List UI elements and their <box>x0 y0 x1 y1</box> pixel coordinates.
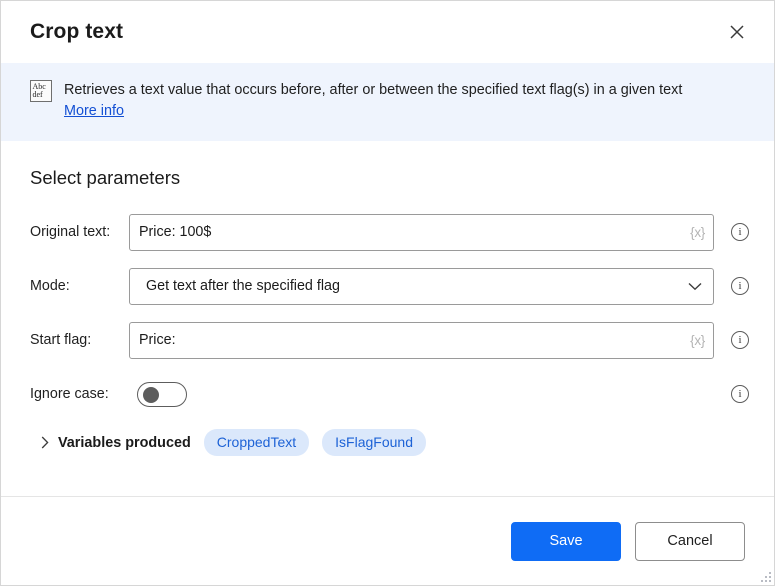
info-icon-original-text[interactable]: i <box>731 223 749 241</box>
section-title: Select parameters <box>30 167 181 188</box>
mode-dropdown[interactable]: Get text after the specified flag <box>129 267 714 305</box>
banner-description: Retrieves a text value that occurs befor… <box>64 82 683 98</box>
variable-pill-is-flag-found[interactable]: IsFlagFound <box>322 429 426 456</box>
label-start-flag: Start flag: <box>30 332 92 348</box>
variable-pill-cropped-text[interactable]: CroppedText <box>203 429 310 456</box>
variables-produced-row: Variables produced CroppedText IsFlagFou… <box>36 429 754 456</box>
mode-selected-value: Get text after the specified flag <box>146 278 340 294</box>
field-row-start-flag: Start flag: Price: {x} i <box>30 321 754 359</box>
start-flag-value: Price: <box>139 332 176 348</box>
variables-produced-label[interactable]: Variables produced <box>58 435 191 451</box>
dialog-footer: Save Cancel <box>1 496 774 585</box>
start-flag-input[interactable]: Price: {x} <box>129 321 714 359</box>
dialog-titlebar: Crop text <box>1 1 774 63</box>
field-row-ignore-case: Ignore case: i <box>30 375 754 413</box>
chevron-right-icon[interactable] <box>36 436 54 449</box>
variable-picker-icon[interactable]: {x} <box>684 225 705 240</box>
toggle-knob <box>143 386 159 403</box>
save-button[interactable]: Save <box>511 521 621 561</box>
resize-grip[interactable] <box>758 569 771 582</box>
close-button[interactable] <box>718 15 756 49</box>
label-ignore-case: Ignore case: <box>30 386 109 402</box>
field-row-original-text: Original text: Price: 100$ {x} i <box>30 213 754 251</box>
cancel-button[interactable]: Cancel <box>635 521 745 561</box>
banner-content: Retrieves a text value that occurs befor… <box>64 79 682 120</box>
ignore-case-toggle-wrap <box>129 381 714 407</box>
dialog-body: Select parameters Original text: Price: … <box>1 141 774 496</box>
original-text-input[interactable]: Price: 100$ {x} <box>129 213 714 251</box>
original-text-value: Price: 100$ <box>139 224 212 240</box>
dialog-title: Crop text <box>30 20 124 43</box>
close-icon <box>730 25 744 39</box>
label-original-text: Original text: <box>30 224 111 240</box>
variable-picker-icon[interactable]: {x} <box>684 333 705 348</box>
label-mode: Mode: <box>30 278 70 294</box>
info-icon-mode[interactable]: i <box>731 277 749 295</box>
field-row-mode: Mode: Get text after the specified flag … <box>30 267 754 305</box>
chevron-down-icon <box>687 277 705 295</box>
abc-def-icon: Abc def <box>30 80 52 102</box>
crop-text-dialog: Crop text Abc def Retrieves a text value… <box>0 0 775 586</box>
ignore-case-toggle[interactable] <box>137 381 187 407</box>
info-icon-start-flag[interactable]: i <box>731 331 749 349</box>
more-info-link[interactable]: More info <box>64 103 124 119</box>
abc-def-icon-line2: def <box>32 90 43 99</box>
info-banner: Abc def Retrieves a text value that occu… <box>1 63 774 141</box>
info-icon-ignore-case[interactable]: i <box>731 385 749 403</box>
